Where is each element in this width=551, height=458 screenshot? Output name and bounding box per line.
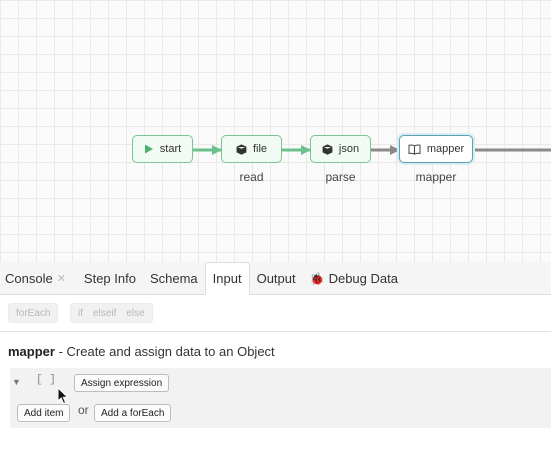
node-json[interactable]: json <box>310 135 371 163</box>
play-icon <box>144 144 154 154</box>
tab-step-info[interactable]: Step Info <box>77 263 143 294</box>
panel-tabs: Console ✕ Step Info Schema Input Output … <box>0 262 551 295</box>
flow-canvas[interactable]: start file json mapper read parse mapper <box>0 0 551 262</box>
mapper-editor: ▼ [ ] Assign expression Add item or Add … <box>10 368 551 428</box>
book-icon <box>408 144 421 155</box>
node-json-text: json <box>338 143 360 155</box>
tab-console[interactable]: Console ✕ <box>0 263 73 294</box>
tab-output-label: Output <box>256 271 296 286</box>
else-label[interactable]: else <box>126 308 144 319</box>
close-icon[interactable]: ✕ <box>57 272 66 285</box>
or-label: or <box>78 403 89 417</box>
mapper-name: mapper <box>8 344 55 359</box>
tab-schema[interactable]: Schema <box>143 263 205 294</box>
node-file-label: read <box>239 170 264 184</box>
collapse-triangle-icon[interactable]: ▼ <box>12 377 21 387</box>
bug-icon: 🐞 <box>309 271 325 286</box>
assign-expression-button[interactable]: Assign expression <box>74 374 170 392</box>
conditional-button-group[interactable]: if elseif else <box>70 303 153 323</box>
cube-icon <box>322 143 333 155</box>
node-mapper-text: mapper <box>426 143 465 155</box>
elseif-label[interactable]: elseif <box>93 308 116 319</box>
tab-console-label: Console <box>5 271 53 286</box>
node-file[interactable]: file <box>221 135 282 163</box>
add-foreach-button[interactable]: Add a forEach <box>94 404 172 422</box>
array-brackets: [ ] <box>36 374 56 386</box>
mouse-cursor-icon <box>57 386 69 410</box>
tab-output[interactable]: Output <box>250 263 303 294</box>
node-mapper[interactable]: mapper <box>399 135 473 163</box>
tab-debug-data-label: Debug Data <box>328 271 398 286</box>
tab-input-label: Input <box>212 271 242 286</box>
node-json-label: parse <box>325 170 356 184</box>
node-start-text: start <box>159 143 182 155</box>
foreach-button[interactable]: forEach <box>8 303 59 323</box>
mapper-toolbar: forEach if elseif else <box>0 295 551 332</box>
node-file-text: file <box>252 143 268 155</box>
tab-input[interactable]: Input <box>204 262 250 295</box>
if-label[interactable]: if <box>78 308 83 319</box>
tab-schema-label: Schema <box>149 271 198 286</box>
mapper-title: mapper - Create and assign data to an Ob… <box>8 344 275 359</box>
flow-edges <box>193 145 551 155</box>
node-mapper-label: mapper <box>415 170 457 184</box>
cube-icon <box>236 143 247 155</box>
node-start[interactable]: start <box>132 135 193 163</box>
mapper-description: - Create and assign data to an Object <box>54 344 275 359</box>
bottom-panel: Console ✕ Step Info Schema Input Output … <box>0 262 551 458</box>
tab-debug-data[interactable]: 🐞 Debug Data <box>303 263 405 294</box>
foreach-label: forEach <box>16 307 51 319</box>
tab-step-info-label: Step Info <box>83 271 136 286</box>
